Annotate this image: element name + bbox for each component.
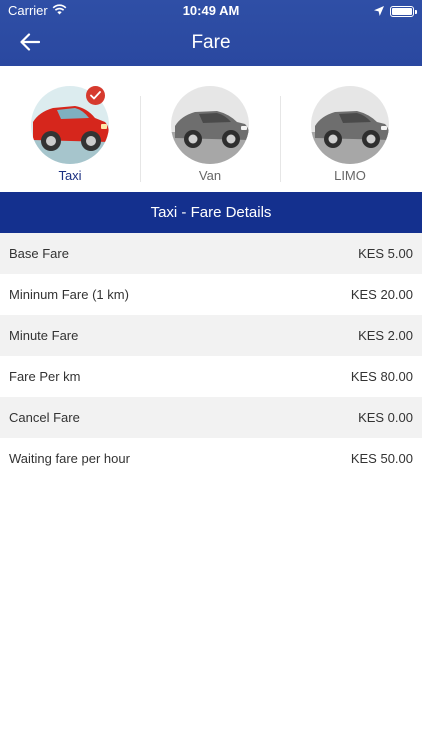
fare-row-waiting: Waiting fare per hour KES 50.00 <box>0 438 422 479</box>
fare-row-minimum: Mininum Fare (1 km) KES 20.00 <box>0 274 422 315</box>
vehicle-option-limo[interactable]: LIMO <box>280 66 420 192</box>
fare-row-per-km: Fare Per km KES 80.00 <box>0 356 422 397</box>
limo-car-image <box>311 86 389 164</box>
status-right <box>374 4 417 19</box>
fare-value: KES 0.00 <box>358 410 413 425</box>
fare-label: Waiting fare per hour <box>9 451 130 466</box>
fare-value: KES 2.00 <box>358 328 413 343</box>
status-time: 10:49 AM <box>182 3 240 18</box>
fare-list: Base Fare KES 5.00 Mininum Fare (1 km) K… <box>0 233 422 479</box>
fare-label: Fare Per km <box>9 369 81 384</box>
fare-value: KES 20.00 <box>350 287 413 302</box>
check-icon <box>90 87 101 105</box>
app-header: Carrier 10:49 AM Fare <box>0 0 422 66</box>
fare-label: Cancel Fare <box>9 410 80 425</box>
page-title: Fare <box>191 32 231 53</box>
vehicle-label-limo: LIMO <box>334 168 366 183</box>
selected-check-badge <box>86 86 105 105</box>
fare-row-minute: Minute Fare KES 2.00 <box>0 315 422 356</box>
fare-value: KES 5.00 <box>358 246 413 261</box>
fare-row-cancel: Cancel Fare KES 0.00 <box>0 397 422 438</box>
vehicle-selector: Taxi Van LIMO <box>0 66 422 192</box>
fare-value: KES 80.00 <box>350 369 413 384</box>
fare-value: KES 50.00 <box>350 451 413 466</box>
battery-icon <box>390 6 417 17</box>
vehicle-label-taxi: Taxi <box>58 168 82 183</box>
fare-details-title: Taxi - Fare Details <box>0 192 422 233</box>
vehicle-option-van[interactable]: Van <box>140 66 280 192</box>
vehicle-option-taxi[interactable]: Taxi <box>0 66 140 192</box>
status-bar: Carrier 10:49 AM <box>0 0 422 22</box>
fare-label: Mininum Fare (1 km) <box>9 287 129 302</box>
fare-label: Base Fare <box>9 246 69 261</box>
fare-row-base: Base Fare KES 5.00 <box>0 233 422 274</box>
vehicle-label-van: Van <box>198 168 222 183</box>
nav-bar: Fare <box>0 22 422 66</box>
fare-label: Minute Fare <box>9 328 79 343</box>
location-arrow-icon <box>374 4 384 19</box>
van-car-image <box>171 86 249 164</box>
